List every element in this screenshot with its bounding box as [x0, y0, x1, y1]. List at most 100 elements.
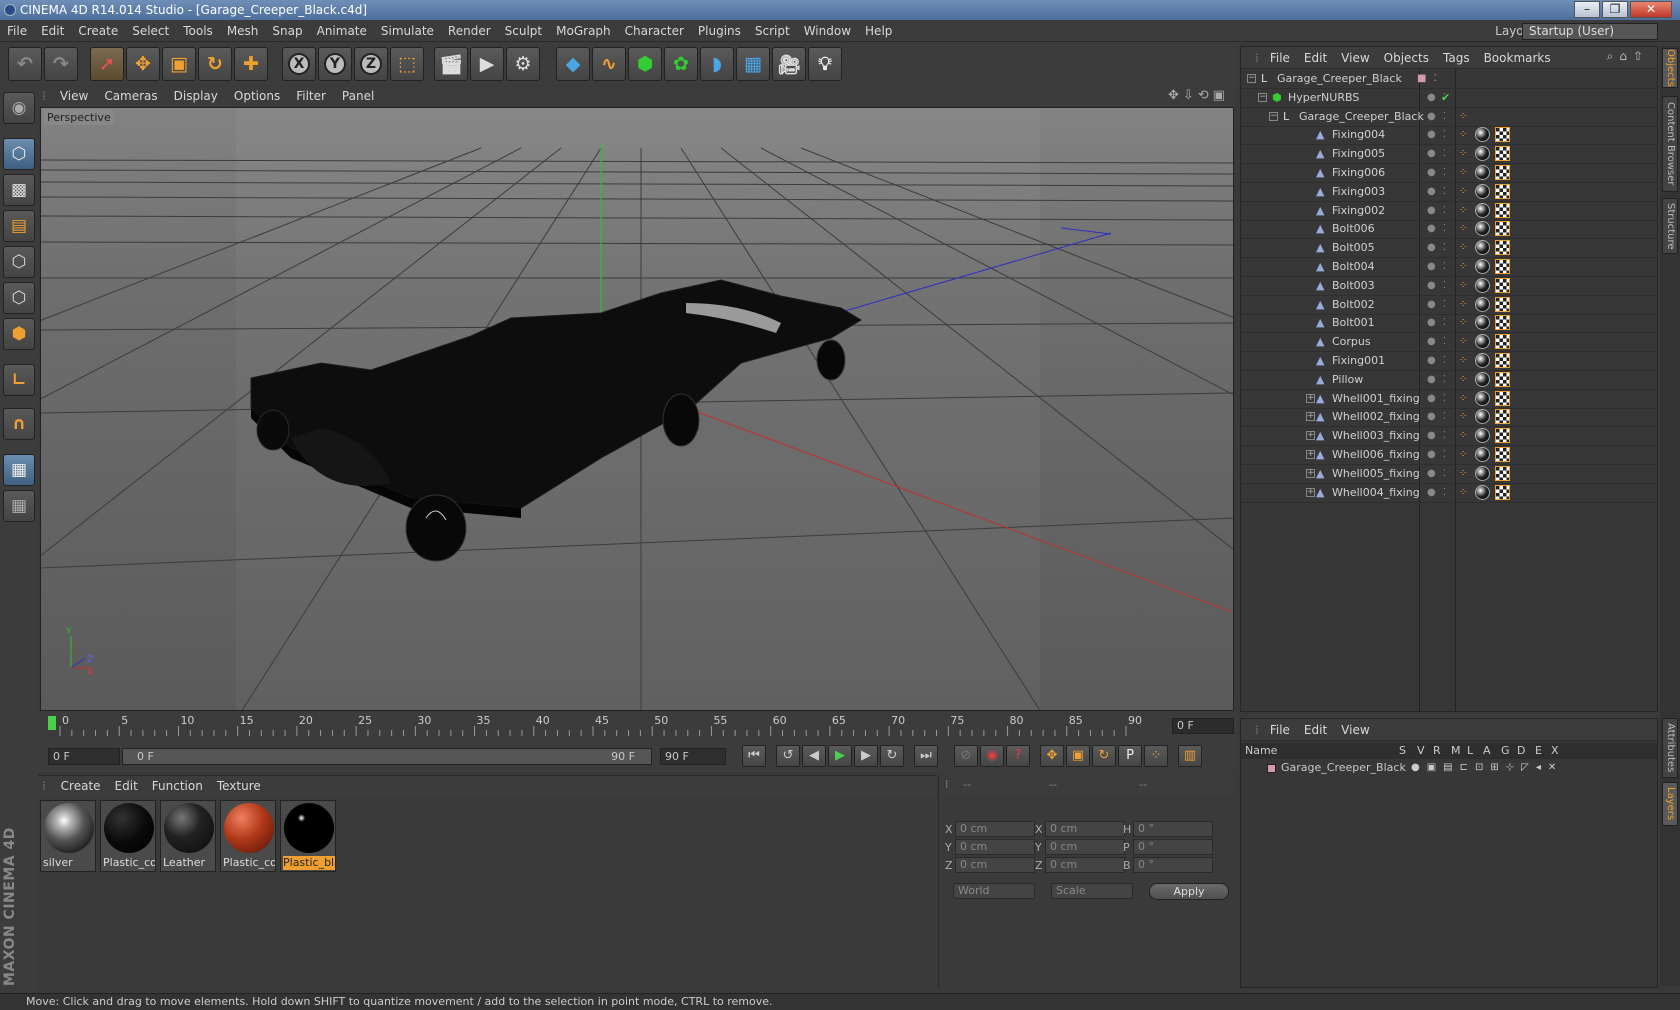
layer-column-m[interactable]: M — [1451, 743, 1461, 759]
coord-value-field[interactable]: 0 cm — [1045, 821, 1125, 837]
material-tag-icon[interactable] — [1475, 465, 1490, 481]
planar-workplane-button[interactable]: ▦ — [3, 490, 35, 522]
lock-workplane-button[interactable]: ▦ — [3, 454, 35, 486]
layer-column-v[interactable]: V — [1417, 743, 1425, 759]
menu-render[interactable]: Render — [441, 20, 498, 42]
polygons-mode-button[interactable]: ⬢ — [3, 318, 35, 350]
object-name[interactable]: Garage_Creeper_Black — [1299, 107, 1424, 127]
visibility-dots-icon[interactable]: ● ⁚ — [1427, 389, 1448, 409]
object-name[interactable]: Whell006_fixing — [1332, 445, 1420, 465]
layout-select[interactable]: Startup (User) — [1522, 23, 1658, 40]
phong-tag-icon[interactable]: ⁘ — [1459, 426, 1467, 446]
make-editable-button[interactable]: ◉ — [3, 92, 35, 124]
object-row[interactable]: ▲ Fixing001 ● ⁚ ⁘ — [1241, 351, 1657, 371]
autokey-button[interactable]: ◉ — [980, 745, 1004, 767]
layer-column-name[interactable]: Name — [1245, 743, 1277, 759]
goto-end-button[interactable]: ⏭ — [914, 745, 938, 767]
up-arrow-icon[interactable]: ⇧ — [1633, 49, 1649, 63]
texture-tag-icon[interactable] — [1495, 371, 1510, 387]
object-name[interactable]: Pillow — [1332, 370, 1363, 390]
material-tag-icon[interactable] — [1475, 353, 1490, 368]
scale-tool[interactable]: ▣ — [162, 47, 196, 81]
phong-tag-icon[interactable]: ⁘ — [1459, 483, 1467, 503]
material-swatch[interactable]: Plastic_black — [280, 800, 336, 872]
play-button[interactable]: ▶ — [828, 745, 852, 767]
object-row[interactable]: + ▲ Whell002_fixing ● ⁚ ⁘ — [1241, 407, 1657, 428]
object-row[interactable]: ▲ Bolt003 ● ⁚ ⁘ — [1241, 276, 1657, 296]
visibility-dots-icon[interactable]: ● ⁚ — [1427, 125, 1448, 145]
object-name[interactable]: Bolt006 — [1332, 219, 1375, 239]
object-row[interactable]: + ▲ Whell003_fixing ● ⁚ ⁘ — [1241, 426, 1657, 447]
coord-scale-select[interactable]: Scale — [1051, 883, 1133, 899]
tab-objects[interactable]: Objects — [1662, 48, 1678, 88]
add-floor-button[interactable]: ▦ — [736, 47, 770, 81]
current-frame-field[interactable]: 0 F — [1172, 718, 1234, 734]
object-row[interactable]: ▲ Bolt006 ● ⁚ ⁘ — [1241, 219, 1657, 240]
object-name[interactable]: Fixing006 — [1332, 163, 1385, 183]
timeline-ruler[interactable]: 0 5 10 15 20 25 30 35 40 45 50 55 60 65 70 75 80 85 90 0 F — [38, 712, 1238, 740]
coordinate-system-button[interactable]: ⬚ — [390, 47, 424, 81]
object-row[interactable]: − ⬢ HyperNURBS ● ⁚ ✔ — [1241, 88, 1657, 108]
viewport-nav-icons[interactable]: ✥⇩⟲▣ — [1168, 88, 1229, 103]
menu-snap[interactable]: Snap — [265, 20, 309, 42]
edges-mode-button[interactable]: ⬡ — [3, 282, 35, 314]
layer-column-l[interactable]: L — [1467, 743, 1473, 759]
viewport-menu-filter[interactable]: Filter — [288, 86, 334, 106]
axis-mode-button[interactable]: ∟ — [3, 364, 35, 396]
object-row[interactable]: + ▲ Whell005_fixing ● ⁚ ⁘ — [1241, 464, 1657, 484]
menu-select[interactable]: Select — [125, 20, 176, 42]
points-mode-button[interactable]: ⬡ — [3, 246, 35, 278]
material-tag-icon[interactable] — [1475, 277, 1490, 293]
object-name[interactable]: Fixing005 — [1332, 144, 1385, 164]
texture-tag-icon[interactable] — [1495, 428, 1510, 444]
layer-name[interactable]: Garage_Creeper_Black — [1281, 759, 1406, 777]
material-menu-texture[interactable]: Texture — [210, 776, 268, 796]
collapse-icon[interactable]: − — [1247, 74, 1256, 83]
add-nurbs-button[interactable]: ⬢ — [628, 47, 662, 81]
prev-key-button[interactable]: ↺ — [776, 745, 800, 767]
menu-script[interactable]: Script — [748, 20, 797, 42]
layer-menu-view[interactable]: View — [1334, 719, 1376, 741]
material-tag-icon[interactable] — [1475, 315, 1490, 331]
phong-tag-icon[interactable]: ⁘ — [1459, 407, 1467, 427]
menu-window[interactable]: Window — [797, 20, 858, 42]
material-tag-icon[interactable] — [1475, 334, 1490, 350]
phong-tag-icon[interactable]: ⁘ — [1459, 370, 1467, 390]
layer-column-g[interactable]: G — [1501, 743, 1510, 759]
layer-column-d[interactable]: D — [1517, 743, 1525, 759]
visibility-dots-icon[interactable]: ● ⁚ — [1427, 483, 1448, 503]
texture-tag-icon[interactable] — [1495, 353, 1510, 368]
rotate-tool[interactable]: ↻ — [198, 47, 232, 81]
texture-tag-icon[interactable] — [1495, 183, 1510, 199]
phong-tag-icon[interactable]: ⁘ — [1459, 257, 1467, 277]
add-light-button[interactable]: 💡︎ — [808, 47, 842, 81]
add-spline-button[interactable]: ∿ — [592, 47, 626, 81]
texture-tag-icon[interactable] — [1495, 146, 1510, 162]
visibility-dots-icon[interactable]: ● ⁚ — [1427, 332, 1448, 352]
texture-tag-icon[interactable] — [1495, 165, 1510, 180]
texture-tag-icon[interactable] — [1495, 221, 1510, 237]
material-tag-icon[interactable] — [1475, 221, 1490, 237]
workplane-mode-button[interactable]: ▤ — [3, 210, 35, 242]
add-camera-button[interactable]: 🎥︎ — [772, 47, 806, 81]
search-icon[interactable]: ⌕ — [1607, 49, 1620, 63]
object-name[interactable]: HyperNURBS — [1288, 88, 1359, 108]
key-scale-button[interactable]: ▣ — [1066, 745, 1090, 767]
menu-sculpt[interactable]: Sculpt — [498, 20, 549, 42]
viewport-menu-display[interactable]: Display — [166, 86, 226, 106]
object-menu-view[interactable]: View — [1334, 47, 1376, 69]
object-name[interactable]: Bolt005 — [1332, 238, 1375, 258]
viewport-menu-panel[interactable]: Panel — [334, 86, 382, 106]
object-row[interactable]: ▲ Fixing003 ● ⁚ ⁘ — [1241, 182, 1657, 202]
visibility-dots-icon[interactable]: ● ⁚ — [1427, 445, 1448, 465]
coord-value-field[interactable]: 0 ° — [1133, 821, 1213, 837]
visibility-dots-icon[interactable]: ● ⁚ — [1427, 276, 1448, 296]
material-tag-icon[interactable] — [1475, 202, 1490, 218]
tab-attributes[interactable]: Attributes — [1662, 718, 1678, 778]
timeline-window-button[interactable]: ▥ — [1178, 745, 1202, 767]
goto-start-button[interactable]: ⏮ — [742, 745, 766, 767]
visibility-dots-icon[interactable]: ● ⁚ — [1427, 426, 1448, 446]
texture-tag-icon[interactable] — [1495, 334, 1510, 350]
phong-tag-icon[interactable]: ⁘ — [1459, 125, 1467, 145]
layer-column-s[interactable]: S — [1399, 743, 1406, 759]
